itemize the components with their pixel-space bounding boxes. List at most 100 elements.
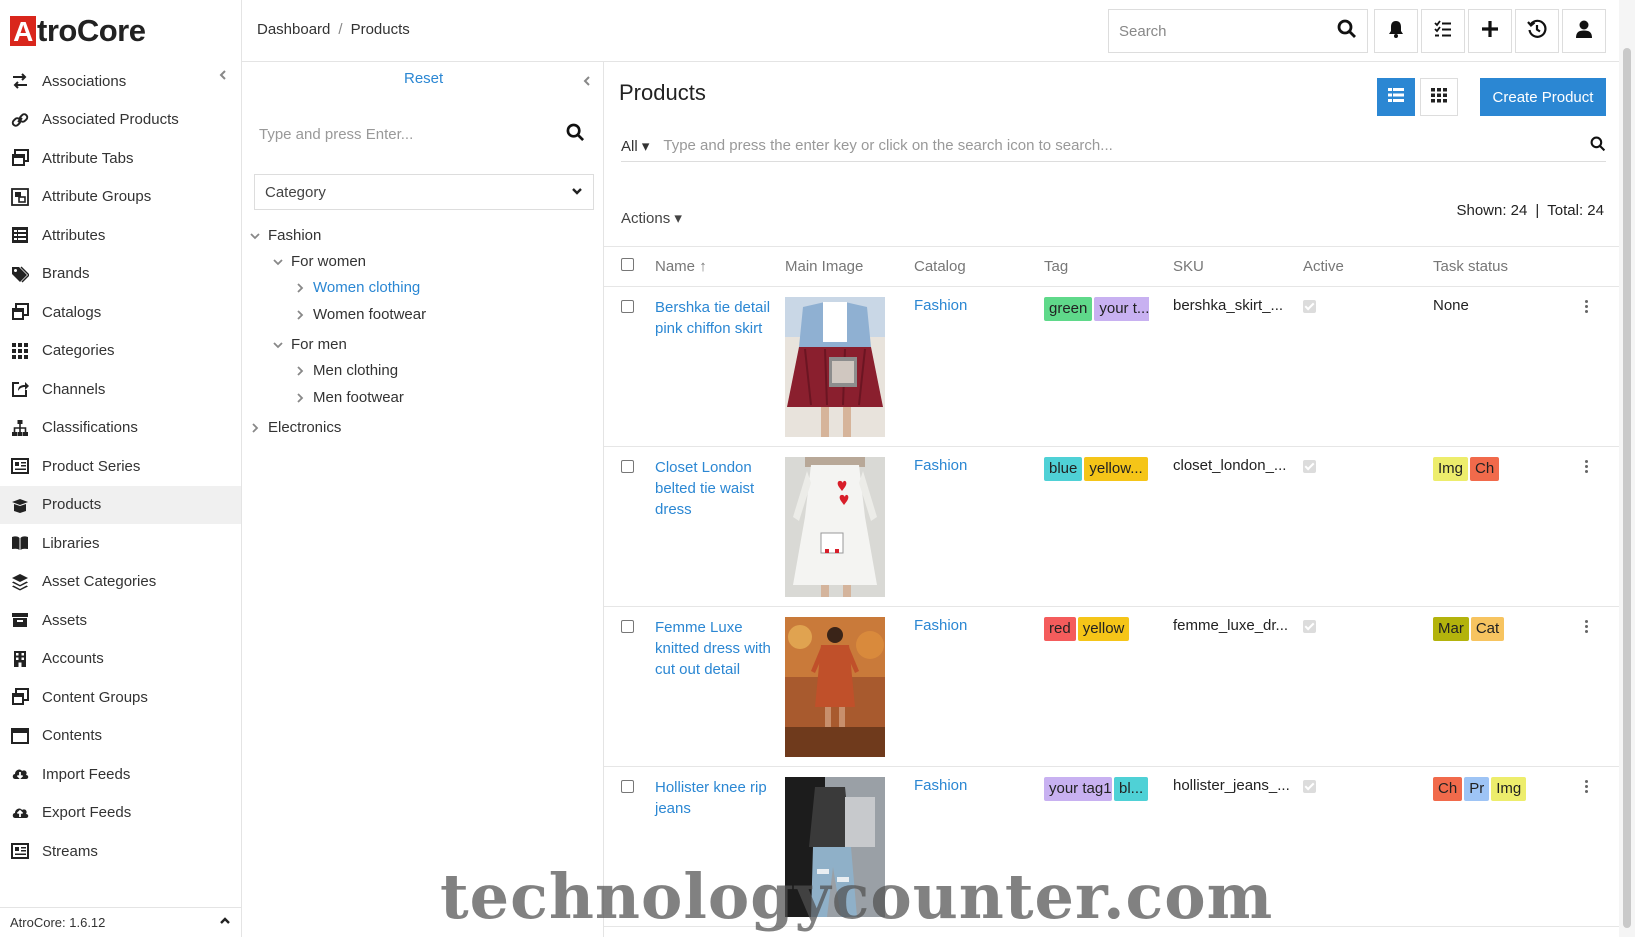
search-icon[interactable] [1337, 19, 1357, 43]
column-name[interactable]: Name ↑ [655, 258, 707, 275]
select-all-checkbox[interactable] [621, 258, 634, 271]
sidebar-item-classifications[interactable]: Classifications [0, 409, 241, 448]
search-icon[interactable] [566, 123, 585, 146]
column-catalog[interactable]: Catalog [890, 246, 1020, 287]
sidebar-item-label: Brands [42, 265, 90, 283]
row-checkbox[interactable] [621, 460, 634, 473]
product-name-link[interactable]: Closet London belted tie waist dress [655, 457, 773, 520]
chevron-right-icon[interactable] [250, 422, 260, 433]
catalog-link[interactable]: Fashion [914, 457, 967, 474]
sidebar-item-catalogs[interactable]: Catalogs [0, 293, 241, 332]
tasks-button[interactable] [1421, 9, 1465, 53]
product-name-link[interactable]: Bershka tie detail pink chiffon skirt [655, 297, 773, 339]
chevron-down-icon[interactable] [250, 231, 260, 241]
breadcrumb-dashboard[interactable]: Dashboard [257, 21, 330, 38]
sidebar-item-channels[interactable]: Channels [0, 370, 241, 409]
sidebar-item-attribute-groups[interactable]: Attribute Groups [0, 178, 241, 217]
product-name-link[interactable]: Hollister knee rip jeans [655, 777, 773, 819]
row-actions-menu-icon[interactable] [1583, 620, 1589, 633]
chevron-right-icon[interactable] [295, 365, 305, 376]
sidebar-item-attribute-tabs[interactable]: Attribute Tabs [0, 139, 241, 178]
catalog-link[interactable]: Fashion [914, 297, 967, 314]
plus-icon [1480, 19, 1500, 43]
column-task-status[interactable]: Task status [1409, 246, 1539, 287]
chevron-up-icon[interactable] [219, 915, 231, 930]
task-status-badge: Ch [1433, 777, 1463, 801]
chevron-down-icon[interactable] [273, 257, 283, 267]
table-row[interactable]: Bershka tie detail pink chiffon skirt Fas… [604, 286, 1619, 447]
quick-create-button[interactable] [1468, 9, 1512, 53]
grid-view-button[interactable] [1420, 78, 1458, 116]
actions-dropdown[interactable]: Actions ▾ [621, 209, 682, 227]
notifications-button[interactable] [1374, 9, 1418, 53]
tree-node-women-clothing[interactable]: Women clothing [295, 279, 420, 296]
sidebar-item-products[interactable]: Products [0, 485, 241, 524]
collapse-sidebar-icon[interactable] [217, 68, 229, 85]
category-select[interactable]: Category [254, 174, 594, 210]
building-icon [10, 649, 30, 669]
sidebar-item-export-feeds[interactable]: Export Feeds [0, 794, 241, 833]
row-actions-menu-icon[interactable] [1583, 780, 1589, 793]
tree-node-electronics[interactable]: Electronics [250, 419, 341, 436]
sidebar-item-associations[interactable]: Associations [0, 62, 241, 101]
row-checkbox[interactable] [621, 300, 634, 313]
column-tag[interactable]: Tag [1020, 246, 1149, 287]
reset-filters-link[interactable]: Reset [404, 70, 443, 87]
filter-scope-dropdown[interactable]: All ▾ [621, 137, 649, 155]
column-sku[interactable]: SKU [1149, 246, 1279, 287]
tree-search-input[interactable]: Type and press Enter... [254, 116, 590, 152]
sidebar-item-attributes[interactable]: Attributes [0, 216, 241, 255]
row-actions-menu-icon[interactable] [1583, 460, 1589, 473]
sidebar-item-associated-products[interactable]: Associated Products [0, 101, 241, 140]
sidebar-item-categories[interactable]: Categories [0, 332, 241, 371]
catalog-link[interactable]: Fashion [914, 617, 967, 634]
tree-node-men-footwear[interactable]: Men footwear [295, 389, 404, 406]
sidebar-item-brands[interactable]: Brands [0, 255, 241, 294]
product-name-link[interactable]: Femme Luxe knitted dress with cut out de… [655, 617, 773, 680]
row-checkbox[interactable] [621, 780, 634, 793]
chevron-right-icon[interactable] [295, 309, 305, 320]
tree-node-women-footwear[interactable]: Women footwear [295, 306, 426, 323]
row-actions-menu-icon[interactable] [1583, 300, 1589, 313]
chevron-right-icon[interactable] [295, 392, 305, 403]
sidebar-item-streams[interactable]: Streams [0, 832, 241, 871]
tree-node-fashion[interactable]: Fashion [250, 227, 321, 244]
sidebar-item-product-series[interactable]: Product Series [0, 447, 241, 486]
sidebar-item-contents[interactable]: Contents [0, 717, 241, 756]
scrollbar-thumb[interactable] [1623, 48, 1631, 928]
sidebar-item-accounts[interactable]: Accounts [0, 640, 241, 679]
global-search-input[interactable]: Search [1108, 9, 1368, 53]
product-main-image[interactable] [785, 297, 885, 437]
tag-badge: green [1044, 297, 1093, 321]
chevron-right-icon[interactable] [295, 282, 305, 293]
list-view-button[interactable] [1377, 78, 1415, 116]
product-main-image[interactable] [785, 457, 885, 597]
create-product-button[interactable]: Create Product [1480, 78, 1606, 116]
chevron-down-icon[interactable] [273, 340, 283, 350]
sidebar-item-assets[interactable]: Assets [0, 601, 241, 640]
row-checkbox[interactable] [621, 620, 634, 633]
column-active[interactable]: Active [1279, 246, 1409, 287]
catalog-link[interactable]: Fashion [914, 777, 967, 794]
user-icon [1574, 19, 1594, 43]
sidebar-item-asset-categories[interactable]: Asset Categories [0, 563, 241, 602]
chevron-left-icon[interactable] [581, 74, 593, 91]
logo-mark: A [10, 16, 36, 47]
page-scrollbar[interactable] [1619, 0, 1635, 937]
list-search-bar[interactable]: All ▾ Type and press the enter key or cl… [621, 130, 1606, 162]
table-row[interactable]: Femme Luxe knitted dress with cut out de… [604, 606, 1619, 767]
table-row[interactable]: Closet London belted tie waist dress Fash… [604, 446, 1619, 607]
history-button[interactable] [1515, 9, 1559, 53]
tree-node-for-men[interactable]: For men [273, 336, 347, 353]
tree-node-for-women[interactable]: For women [273, 253, 366, 270]
tree-node-men-clothing[interactable]: Men clothing [295, 362, 398, 379]
sidebar-item-label: Assets [42, 611, 88, 629]
sidebar-item-import-feeds[interactable]: Import Feeds [0, 755, 241, 794]
sidebar-item-libraries[interactable]: Libraries [0, 524, 241, 563]
product-main-image[interactable] [785, 617, 885, 757]
sidebar-item-content-groups[interactable]: Content Groups [0, 678, 241, 717]
products-table: Name ↑ Main Image Catalog Tag SKU Active… [604, 246, 1619, 927]
user-menu-button[interactable] [1562, 9, 1606, 53]
atrocore-logo[interactable]: AtroCore [0, 0, 241, 62]
search-icon[interactable] [1590, 136, 1606, 156]
